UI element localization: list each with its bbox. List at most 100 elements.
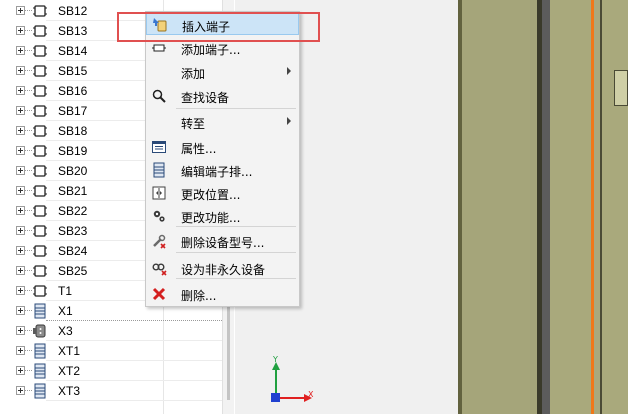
expand-toggle[interactable] xyxy=(16,46,25,55)
expand-toggle[interactable] xyxy=(16,146,25,155)
menu-item-label: 编辑端子排... xyxy=(181,165,253,179)
annotation-highlight-box xyxy=(117,12,320,42)
tree-connector xyxy=(25,150,32,151)
menu-item-8[interactable]: 更改功能... xyxy=(146,205,299,227)
cabinet-rail-graphic xyxy=(458,0,628,414)
menu-item-label: 删除设备型号... xyxy=(181,236,265,250)
tree-item-x3[interactable]: X3 xyxy=(0,321,222,341)
tree-item-xt2[interactable]: XT2 xyxy=(0,361,222,381)
tree-item-label: SB13 xyxy=(58,24,88,38)
menu-separator xyxy=(176,278,296,279)
menu-item-label: 删除... xyxy=(181,289,217,303)
expand-toggle[interactable] xyxy=(16,266,25,275)
expand-toggle[interactable] xyxy=(16,226,25,235)
submenu-arrow-icon xyxy=(287,67,291,75)
tree-connector xyxy=(25,230,32,231)
tree-connector xyxy=(25,330,32,331)
expand-toggle[interactable] xyxy=(16,6,25,15)
tree-connector xyxy=(25,250,32,251)
add-terminal-icon xyxy=(151,40,167,56)
expand-toggle[interactable] xyxy=(16,246,25,255)
terminal-strip-icon xyxy=(32,183,48,199)
tree-connector xyxy=(25,210,32,211)
terminal-strip-icon xyxy=(32,123,48,139)
delete-icon xyxy=(151,286,167,302)
tree-item-label: XT1 xyxy=(58,344,81,358)
menu-item-9[interactable]: 删除设备型号... xyxy=(146,230,299,252)
tree-item-label: SB15 xyxy=(58,64,88,78)
terminal-strip-icon xyxy=(32,143,48,159)
expand-toggle[interactable] xyxy=(16,126,25,135)
menu-item-3[interactable]: 查找设备 xyxy=(146,85,299,107)
tree-item-label: SB19 xyxy=(58,144,88,158)
row-divider xyxy=(46,400,222,401)
tree-item-xt1[interactable]: XT1 xyxy=(0,341,222,361)
tree-item-label: SB22 xyxy=(58,204,88,218)
expand-toggle[interactable] xyxy=(16,346,25,355)
tree-item-label: SB20 xyxy=(58,164,88,178)
terminal-strip-icon xyxy=(32,283,48,299)
tree-item-xt3[interactable]: XT3 xyxy=(0,381,222,401)
tree-connector xyxy=(25,350,32,351)
terminal-strip-icon xyxy=(32,23,48,39)
expand-toggle[interactable] xyxy=(16,86,25,95)
menu-item-label: 添加 xyxy=(181,67,206,81)
menu-item-5[interactable]: 属性... xyxy=(146,136,299,158)
tree-item-label: SB16 xyxy=(58,84,88,98)
tree-item-label: SB17 xyxy=(58,104,88,118)
expand-toggle[interactable] xyxy=(16,186,25,195)
tree-item-label: XT3 xyxy=(58,384,81,398)
tree-connector xyxy=(25,270,32,271)
expand-toggle[interactable] xyxy=(16,26,25,35)
ucs-axis-icon: X Y xyxy=(271,355,314,402)
tree-item-label: SB25 xyxy=(58,264,88,278)
terminal-strip-icon xyxy=(32,103,48,119)
menu-item-2[interactable]: 添加 xyxy=(146,61,299,83)
tree-item-label: X1 xyxy=(58,304,73,318)
tree-item-label: SB21 xyxy=(58,184,88,198)
menu-separator xyxy=(176,252,296,253)
tree-connector xyxy=(25,390,32,391)
terminal-strip-icon xyxy=(32,83,48,99)
menu-item-7[interactable]: 更改位置... xyxy=(146,182,299,204)
menu-item-label: 查找设备 xyxy=(181,91,230,105)
terminal-strip-icon xyxy=(32,43,48,59)
tree-connector xyxy=(25,290,32,291)
expand-toggle[interactable] xyxy=(16,206,25,215)
tree-item-label: SB12 xyxy=(58,4,88,18)
terminal-block-icon xyxy=(32,383,48,399)
tree-item-label: X3 xyxy=(58,324,73,338)
expand-toggle[interactable] xyxy=(16,326,25,335)
menu-item-11[interactable]: 删除... xyxy=(146,283,299,305)
axis-x-label: X xyxy=(308,390,314,399)
expand-toggle[interactable] xyxy=(16,166,25,175)
expand-toggle[interactable] xyxy=(16,306,25,315)
terminal-strip-icon xyxy=(32,243,48,259)
terminal-strip-icon xyxy=(32,3,48,19)
expand-toggle[interactable] xyxy=(16,386,25,395)
search-icon xyxy=(151,88,167,104)
terminal-strip-icon xyxy=(32,63,48,79)
terminal-strip-icon xyxy=(32,163,48,179)
expand-toggle[interactable] xyxy=(16,106,25,115)
tree-connector xyxy=(25,70,32,71)
menu-item-4[interactable]: 转至 xyxy=(146,111,299,133)
submenu-arrow-icon xyxy=(287,117,291,125)
non-permanent-icon xyxy=(151,260,167,276)
menu-item-label: 设为非永久设备 xyxy=(181,263,266,277)
tree-connector xyxy=(25,10,32,11)
tree-item-label: SB18 xyxy=(58,124,88,138)
gears-icon xyxy=(151,208,167,224)
axis-y-label: Y xyxy=(272,355,278,364)
menu-item-6[interactable]: 编辑端子排... xyxy=(146,159,299,181)
menu-item-label: 更改位置... xyxy=(181,188,241,202)
tree-connector xyxy=(25,130,32,131)
expand-toggle[interactable] xyxy=(16,66,25,75)
menu-item-10[interactable]: 设为非永久设备 xyxy=(146,257,299,279)
expand-toggle[interactable] xyxy=(16,366,25,375)
menu-item-label: 转至 xyxy=(181,117,206,131)
change-location-icon xyxy=(151,185,167,201)
tree-connector xyxy=(25,170,32,171)
tree-item-label: SB24 xyxy=(58,244,88,258)
expand-toggle[interactable] xyxy=(16,286,25,295)
